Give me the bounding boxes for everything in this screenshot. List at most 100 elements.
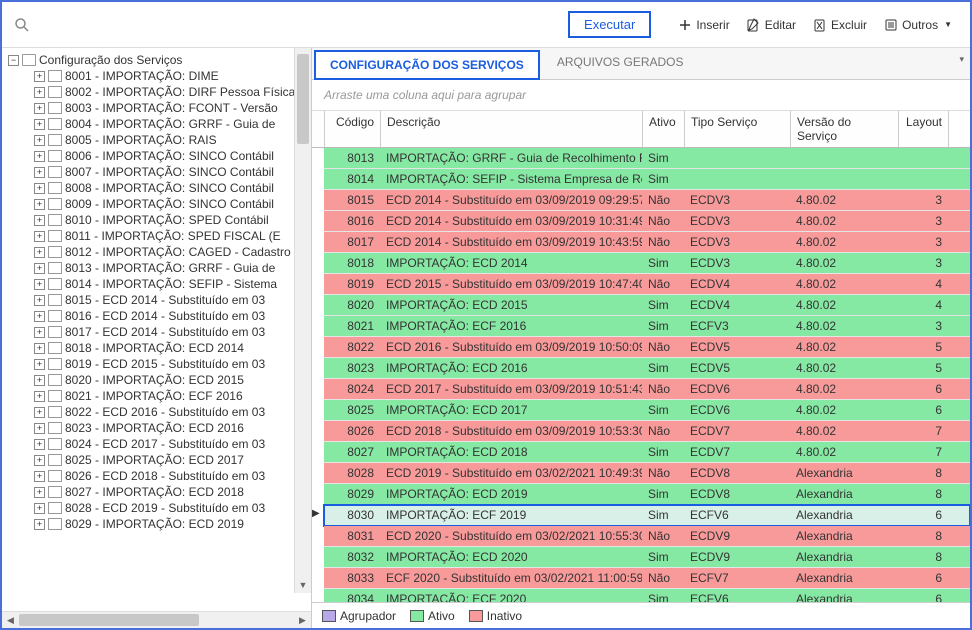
table-row[interactable]: 8017ECD 2014 - Substituído em 03/09/2019…: [324, 232, 970, 253]
tree-item[interactable]: +8029 - IMPORTAÇÃO: ECD 2019: [6, 516, 311, 532]
collapse-icon[interactable]: −: [8, 55, 19, 66]
scroll-left-icon[interactable]: ◀: [2, 612, 19, 628]
expand-icon[interactable]: +: [34, 487, 45, 498]
expand-icon[interactable]: +: [34, 359, 45, 370]
tree-item[interactable]: +8011 - IMPORTAÇÃO: SPED FISCAL (E: [6, 228, 311, 244]
table-row[interactable]: 8023IMPORTAÇÃO: ECD 2016SimECDV54.80.025: [324, 358, 970, 379]
column-codigo[interactable]: Código: [325, 111, 381, 147]
expand-icon[interactable]: +: [34, 407, 45, 418]
insert-button[interactable]: Inserir: [669, 13, 737, 36]
column-descricao[interactable]: Descrição: [381, 111, 643, 147]
expand-icon[interactable]: +: [34, 519, 45, 530]
expand-icon[interactable]: +: [34, 183, 45, 194]
tree-root[interactable]: − Configuração dos Serviços: [6, 52, 311, 68]
table-row[interactable]: 8026ECD 2018 - Substituído em 03/09/2019…: [324, 421, 970, 442]
group-by-hint[interactable]: Arraste uma coluna aqui para agrupar: [312, 80, 970, 111]
tree-item[interactable]: +8018 - IMPORTAÇÃO: ECD 2014: [6, 340, 311, 356]
edit-button[interactable]: Editar: [738, 13, 804, 36]
tab-configuracao[interactable]: CONFIGURAÇÃO DOS SERVIÇOS: [314, 50, 540, 80]
expand-icon[interactable]: +: [34, 71, 45, 82]
table-row[interactable]: 8013IMPORTAÇÃO: GRRF - Guia de Recolhime…: [324, 148, 970, 169]
tab-overflow-icon[interactable]: ▾: [959, 54, 964, 65]
expand-icon[interactable]: +: [34, 343, 45, 354]
tree-item[interactable]: +8025 - IMPORTAÇÃO: ECD 2017: [6, 452, 311, 468]
others-button[interactable]: Outros ▼: [875, 13, 960, 36]
expand-icon[interactable]: +: [34, 391, 45, 402]
tree-item[interactable]: +8022 - ECD 2016 - Substituído em 03: [6, 404, 311, 420]
scroll-down-icon[interactable]: ▼: [295, 576, 311, 593]
column-layout[interactable]: Layout: [899, 111, 949, 147]
table-row[interactable]: 8032IMPORTAÇÃO: ECD 2020SimECDV9Alexandr…: [324, 547, 970, 568]
expand-icon[interactable]: +: [34, 423, 45, 434]
table-row[interactable]: 8022ECD 2016 - Substituído em 03/09/2019…: [324, 337, 970, 358]
tree-item[interactable]: +8003 - IMPORTAÇÃO: FCONT - Versão: [6, 100, 311, 116]
expand-icon[interactable]: +: [34, 295, 45, 306]
expand-icon[interactable]: +: [34, 439, 45, 450]
table-row[interactable]: 8024ECD 2017 - Substituído em 03/09/2019…: [324, 379, 970, 400]
table-row[interactable]: 8029IMPORTAÇÃO: ECD 2019SimECDV8Alexandr…: [324, 484, 970, 505]
expand-icon[interactable]: +: [34, 503, 45, 514]
expand-icon[interactable]: +: [34, 471, 45, 482]
tab-arquivos[interactable]: ARQUIVOS GERADOS: [542, 48, 699, 79]
tree-item[interactable]: +8010 - IMPORTAÇÃO: SPED Contábil: [6, 212, 311, 228]
table-row[interactable]: 8016ECD 2014 - Substituído em 03/09/2019…: [324, 211, 970, 232]
table-row[interactable]: 8033ECF 2020 - Substituído em 03/02/2021…: [324, 568, 970, 589]
tree-item[interactable]: +8026 - ECD 2018 - Substituído em 03: [6, 468, 311, 484]
table-row[interactable]: 8028ECD 2019 - Substituído em 03/02/2021…: [324, 463, 970, 484]
tree-item[interactable]: +8028 - ECD 2019 - Substituído em 03: [6, 500, 311, 516]
tree-item[interactable]: +8013 - IMPORTAÇÃO: GRRF - Guia de: [6, 260, 311, 276]
table-row[interactable]: 8034IMPORTAÇÃO: ECF 2020SimECFV6Alexandr…: [324, 589, 970, 602]
table-row[interactable]: 8014IMPORTAÇÃO: SEFIP - Sistema Empresa …: [324, 169, 970, 190]
tree-item[interactable]: +8020 - IMPORTAÇÃO: ECD 2015: [6, 372, 311, 388]
tree-item[interactable]: +8024 - ECD 2017 - Substituído em 03: [6, 436, 311, 452]
tree-item[interactable]: +8019 - ECD 2015 - Substituído em 03: [6, 356, 311, 372]
tree-horizontal-scrollbar[interactable]: ◀ ▶: [2, 611, 311, 628]
tree-item[interactable]: +8009 - IMPORTAÇÃO: SINCO Contábil: [6, 196, 311, 212]
expand-icon[interactable]: +: [34, 263, 45, 274]
tree-item[interactable]: +8002 - IMPORTAÇÃO: DIRF Pessoa Física: [6, 84, 311, 100]
table-row[interactable]: 8031ECD 2020 - Substituído em 03/02/2021…: [324, 526, 970, 547]
expand-icon[interactable]: +: [34, 231, 45, 242]
scrollbar-thumb[interactable]: [19, 614, 199, 626]
expand-icon[interactable]: +: [34, 199, 45, 210]
execute-button[interactable]: Executar: [568, 11, 651, 38]
scroll-right-icon[interactable]: ▶: [294, 612, 311, 628]
expand-icon[interactable]: +: [34, 455, 45, 466]
tree-item[interactable]: +8006 - IMPORTAÇÃO: SINCO Contábil: [6, 148, 311, 164]
tree-item[interactable]: +8016 - ECD 2014 - Substituído em 03: [6, 308, 311, 324]
expand-icon[interactable]: +: [34, 87, 45, 98]
tree-vertical-scrollbar[interactable]: ▲ ▼: [294, 48, 311, 593]
expand-icon[interactable]: +: [34, 151, 45, 162]
table-row[interactable]: 8027IMPORTAÇÃO: ECD 2018SimECDV74.80.027: [324, 442, 970, 463]
tree-item[interactable]: +8008 - IMPORTAÇÃO: SINCO Contábil: [6, 180, 311, 196]
expand-icon[interactable]: +: [34, 167, 45, 178]
expand-icon[interactable]: +: [34, 135, 45, 146]
table-row[interactable]: 8020IMPORTAÇÃO: ECD 2015SimECDV44.80.024: [324, 295, 970, 316]
expand-icon[interactable]: +: [34, 375, 45, 386]
table-row[interactable]: 8025IMPORTAÇÃO: ECD 2017SimECDV64.80.026: [324, 400, 970, 421]
expand-icon[interactable]: +: [34, 279, 45, 290]
tree-item[interactable]: +8021 - IMPORTAÇÃO: ECF 2016: [6, 388, 311, 404]
tree-item[interactable]: +8017 - ECD 2014 - Substituído em 03: [6, 324, 311, 340]
tree-item[interactable]: +8015 - ECD 2014 - Substituído em 03: [6, 292, 311, 308]
tree-item[interactable]: +8007 - IMPORTAÇÃO: SINCO Contábil: [6, 164, 311, 180]
expand-icon[interactable]: +: [34, 247, 45, 258]
table-row[interactable]: 8015ECD 2014 - Substituído em 03/09/2019…: [324, 190, 970, 211]
tree-item[interactable]: +8001 - IMPORTAÇÃO: DIME: [6, 68, 311, 84]
expand-icon[interactable]: +: [34, 215, 45, 226]
tree-item[interactable]: +8014 - IMPORTAÇÃO: SEFIP - Sistema: [6, 276, 311, 292]
search-icon[interactable]: [12, 15, 32, 35]
column-versao[interactable]: Versão do Serviço: [791, 111, 899, 147]
tree-item[interactable]: +8005 - IMPORTAÇÃO: RAIS: [6, 132, 311, 148]
table-row[interactable]: 8021IMPORTAÇÃO: ECF 2016SimECFV34.80.023: [324, 316, 970, 337]
table-row[interactable]: ▶8030IMPORTAÇÃO: ECF 2019SimECFV6Alexand…: [324, 505, 970, 526]
column-tipo[interactable]: Tipo Serviço: [685, 111, 791, 147]
table-row[interactable]: 8018IMPORTAÇÃO: ECD 2014SimECDV34.80.023: [324, 253, 970, 274]
expand-icon[interactable]: +: [34, 311, 45, 322]
table-row[interactable]: 8019ECD 2015 - Substituído em 03/09/2019…: [324, 274, 970, 295]
tree-item[interactable]: +8027 - IMPORTAÇÃO: ECD 2018: [6, 484, 311, 500]
expand-icon[interactable]: +: [34, 103, 45, 114]
expand-icon[interactable]: +: [34, 327, 45, 338]
delete-button[interactable]: Excluir: [804, 13, 875, 36]
column-ativo[interactable]: Ativo: [643, 111, 685, 147]
